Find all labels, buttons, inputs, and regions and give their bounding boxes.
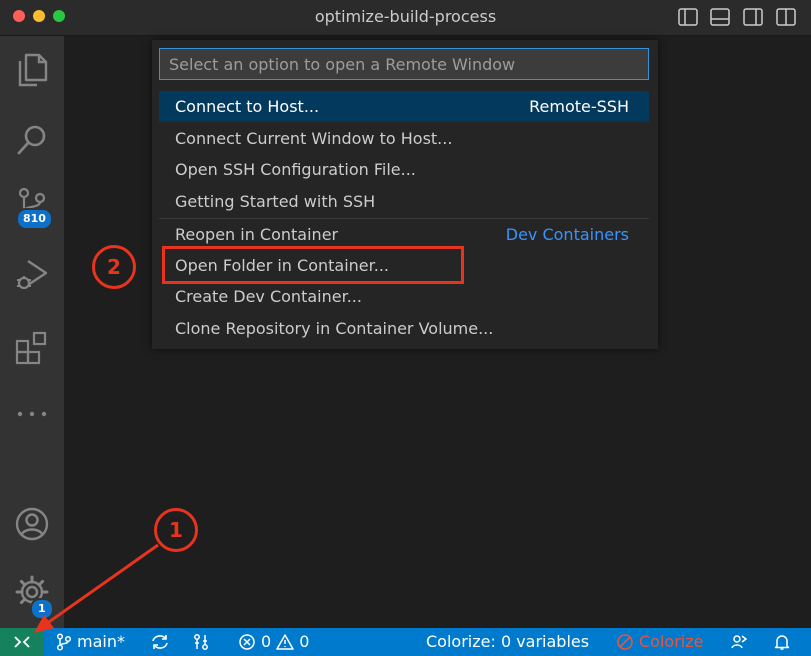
search-button[interactable] [0,110,64,170]
annotation-step-2-label: 2 [107,255,121,279]
quick-pick-item-label: Clone Repository in Container Volume... [175,319,494,338]
quick-pick-item-label: Connect to Host... [175,97,320,116]
annotation-step-1-label: 1 [169,518,183,542]
bell-icon [773,633,791,651]
toggle-panel-icon[interactable] [710,8,730,26]
quick-pick-item-clone-repository[interactable]: Clone Repository in Container Volume... [159,313,649,344]
source-control-graph-button[interactable] [192,628,210,656]
problems-indicator[interactable]: 0 0 [238,628,309,656]
activity-bar: 810 1 [0,36,64,628]
customize-layout-icon[interactable] [776,8,796,26]
quick-pick-item-label: Reopen in Container [175,225,339,244]
files-icon [15,52,49,88]
annotation-step-1: 1 [154,508,198,552]
extensions-icon [14,330,50,366]
branch-indicator[interactable]: main* [56,628,125,656]
extensions-button[interactable] [0,318,64,378]
sync-icon [150,633,170,651]
explorer-button[interactable] [0,40,64,100]
notifications-button[interactable] [773,628,791,656]
colorize-variables-label: Colorize: 0 variables [426,632,590,651]
search-icon [15,123,49,157]
account-icon [14,506,50,542]
warning-count: 0 [299,632,310,651]
remote-quick-pick: Connect to Host... Remote-SSH Connect Cu… [152,40,658,349]
colorize-toggle[interactable]: Colorize [616,628,703,656]
sync-button[interactable] [150,628,170,656]
quick-pick-item-label: Connect Current Window to Host... [175,129,453,148]
colorize-variables-indicator[interactable]: Colorize: 0 variables [426,628,589,656]
prohibited-icon [616,633,634,651]
settings-badge: 1 [30,598,54,620]
status-bar: main* 0 0 Colorize: 0 variables Colorize [0,628,811,656]
git-branch-icon [56,633,72,651]
source-control-badge: 810 [16,208,53,230]
quick-pick-input[interactable] [159,48,649,80]
quick-pick-item-open-ssh-config[interactable]: Open SSH Configuration File... [159,154,649,185]
warning-icon [276,633,294,651]
git-compare-icon [192,633,210,651]
quick-pick-item-getting-started-ssh[interactable]: Getting Started with SSH [159,186,649,217]
branch-name: main* [77,632,125,651]
quick-pick-group-label: Dev Containers [505,225,629,244]
quick-pick-item-label: Create Dev Container... [175,287,362,306]
error-count: 0 [261,632,272,651]
manage-button[interactable]: 1 [0,562,64,622]
accounts-button[interactable] [0,494,64,554]
feedback-icon [730,633,748,651]
quick-pick-item-connect-to-host[interactable]: Connect to Host... Remote-SSH [159,91,649,122]
remote-indicator-button[interactable] [0,628,44,656]
run-debug-icon [14,256,50,292]
toggle-primary-sidebar-icon[interactable] [678,8,698,26]
remote-icon [13,633,31,651]
ellipsis-icon [15,409,49,419]
highlight-open-folder-in-container [162,246,464,284]
more-views-button[interactable] [0,384,64,444]
toggle-secondary-sidebar-icon[interactable] [743,8,763,26]
quick-pick-item-label: Getting Started with SSH [175,192,376,211]
colorize-label: Colorize [639,632,704,651]
source-control-button[interactable]: 810 [0,174,64,234]
run-and-debug-button[interactable] [0,244,64,304]
title-bar: optimize-build-process [0,0,811,36]
quick-pick-item-connect-current-window[interactable]: Connect Current Window to Host... [159,123,649,154]
quick-pick-item-create-dev-container[interactable]: Create Dev Container... [159,281,649,312]
quick-pick-item-label: Open SSH Configuration File... [175,160,416,179]
live-share-button[interactable] [730,628,748,656]
annotation-step-2: 2 [92,245,136,289]
quick-pick-group-label: Remote-SSH [529,97,629,116]
error-icon [238,633,256,651]
